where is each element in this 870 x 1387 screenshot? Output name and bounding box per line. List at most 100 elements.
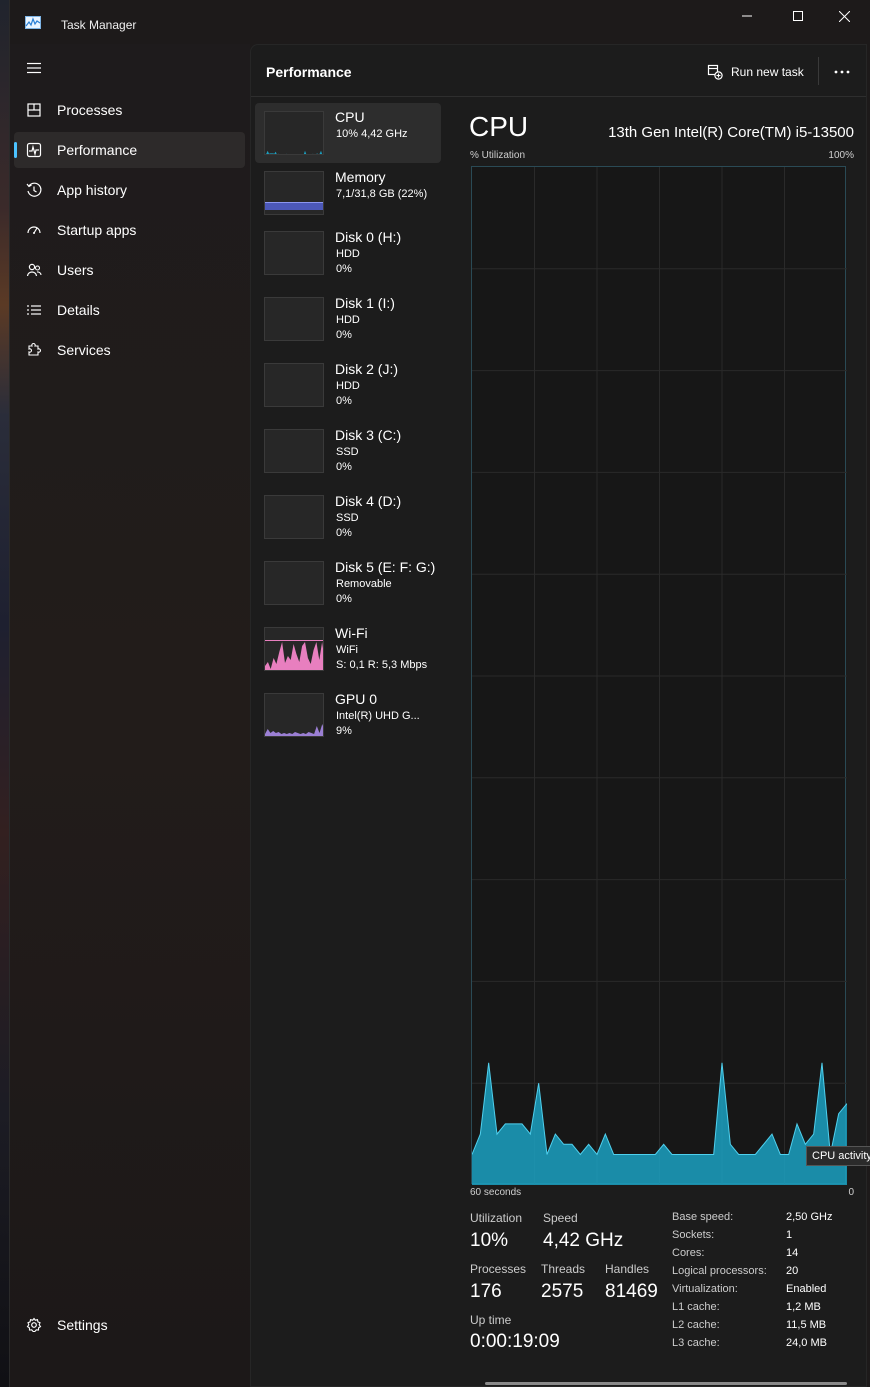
cpu-thumbnail-area	[266, 150, 323, 154]
device-item-memory[interactable]: Memory 7,1/31,8 GB (22%)	[255, 163, 441, 223]
device-usage: 0%	[336, 593, 352, 605]
device-item-wifi[interactable]: Wi-Fi WiFi S: 0,1 R: 5,3 Mbps	[255, 619, 441, 679]
spec-value-cores: 14	[786, 1247, 799, 1259]
disk-thumbnail-graph	[264, 363, 324, 407]
spec-key-logical-processors: Logical processors:	[672, 1265, 767, 1277]
wifi-thumbnail-graph	[264, 627, 324, 671]
spec-key-base-speed: Base speed:	[672, 1211, 734, 1223]
hamburger-icon	[27, 62, 41, 74]
run-new-task-button[interactable]: Run new task	[707, 61, 804, 83]
device-model: Intel(R) UHD G...	[336, 710, 420, 722]
history-icon	[25, 181, 43, 199]
sidebar-item-services[interactable]: Services	[14, 332, 245, 368]
device-type: WiFi	[336, 644, 358, 656]
device-item-gpu-0[interactable]: GPU 0 Intel(R) UHD G... 9%	[255, 685, 441, 745]
spec-key-virtualization: Virtualization:	[672, 1283, 738, 1295]
performance-icon	[25, 141, 43, 159]
sidebar-item-label: Startup apps	[57, 222, 137, 238]
more-dots-icon	[834, 70, 850, 74]
hamburger-menu-button[interactable]	[22, 56, 46, 80]
spec-key-l1-cache: L1 cache:	[672, 1301, 720, 1313]
minimize-icon	[742, 15, 752, 17]
device-name: GPU 0	[335, 691, 378, 707]
sidebar-item-app-history[interactable]: App history	[14, 172, 245, 208]
gpu-thumbnail-graph	[264, 693, 324, 737]
device-name: Disk 5 (E: F: G:)	[335, 559, 436, 575]
active-indicator	[14, 142, 17, 158]
run-task-icon	[707, 64, 723, 80]
spec-key-l2-cache: L2 cache:	[672, 1319, 720, 1331]
cpu-activity-tooltip: CPU activity	[806, 1146, 870, 1166]
speed-value: 4,42 GHz	[543, 1230, 624, 1251]
page-title: Performance	[266, 64, 352, 80]
window-title: Task Manager	[61, 18, 137, 32]
sidebar: Processes Performance App history Startu…	[10, 44, 250, 1387]
settings-label: Settings	[57, 1317, 108, 1333]
utilization-label: Utilization	[470, 1211, 523, 1225]
sidebar-item-users[interactable]: Users	[14, 252, 245, 288]
device-usage: 0%	[336, 527, 352, 539]
spec-value-base-speed: 2,50 GHz	[786, 1211, 833, 1223]
cpu-thumbnail-graph	[264, 111, 324, 155]
spec-value-sockets: 1	[786, 1229, 793, 1241]
device-item-disk-4[interactable]: Disk 4 (D:) SSD 0%	[255, 487, 441, 547]
gpu-thumbnail-area	[265, 724, 323, 736]
title-bar: Task Manager	[10, 0, 870, 44]
threads-value: 2575	[541, 1281, 584, 1302]
sidebar-item-label: Performance	[57, 142, 138, 158]
threads-label: Threads	[541, 1262, 586, 1276]
sidebar-item-performance[interactable]: Performance	[14, 132, 245, 168]
detail-title: CPU	[469, 111, 529, 142]
more-options-button[interactable]	[831, 61, 853, 83]
processes-icon	[25, 101, 43, 119]
device-item-disk-2[interactable]: Disk 2 (J:) HDD 0%	[255, 355, 441, 415]
device-item-disk-1[interactable]: Disk 1 (I:) HDD 0%	[255, 289, 441, 349]
disk-thumbnail-graph	[264, 297, 324, 341]
cpu-utilization-graph	[471, 166, 847, 1185]
minimize-button[interactable]	[724, 0, 770, 32]
spec-value-l3-cache: 24,0 MB	[786, 1337, 827, 1349]
close-button[interactable]	[821, 0, 867, 32]
device-item-disk-5[interactable]: Disk 5 (E: F: G:) Removable 0%	[255, 553, 441, 613]
device-type: HDD	[336, 380, 360, 392]
processes-label: Processes	[470, 1262, 527, 1276]
device-detail: 10% 4,42 GHz	[336, 128, 408, 140]
uptime-value: 0:00:19:09	[470, 1331, 560, 1352]
sidebar-item-settings[interactable]: Settings	[14, 1311, 245, 1347]
maximize-button[interactable]	[775, 0, 821, 32]
horizontal-scrollbar[interactable]	[485, 1382, 847, 1385]
task-manager-app-icon	[25, 16, 41, 29]
utilization-value: 10%	[470, 1230, 509, 1251]
sidebar-item-startup-apps[interactable]: Startup apps	[14, 212, 245, 248]
spec-key-cores: Cores:	[672, 1247, 705, 1259]
device-name: Disk 2 (J:)	[335, 361, 398, 377]
device-item-cpu[interactable]: CPU 10% 4,42 GHz	[255, 103, 441, 163]
spec-value-logical-processors: 20	[786, 1265, 799, 1277]
sidebar-item-label: Processes	[57, 102, 123, 118]
sidebar-item-label: Services	[57, 342, 111, 358]
spec-key-l3-cache: L3 cache:	[672, 1337, 720, 1349]
device-name: Memory	[335, 169, 386, 185]
graph-y-max-label: 100%	[828, 150, 854, 161]
spec-value-l2-cache: 11,5 MB	[786, 1319, 827, 1331]
run-new-task-label: Run new task	[731, 65, 804, 79]
users-icon	[25, 261, 43, 279]
processes-value: 176	[470, 1281, 502, 1302]
uptime-label: Up time	[470, 1313, 512, 1327]
sidebar-item-label: App history	[57, 182, 128, 198]
services-puzzle-icon	[25, 341, 43, 359]
device-name: Disk 1 (I:)	[335, 295, 395, 311]
graph-x-right-label: 0	[848, 1187, 854, 1198]
device-name: Disk 3 (C:)	[335, 427, 402, 443]
device-usage: 0%	[336, 395, 352, 407]
sidebar-item-processes[interactable]: Processes	[14, 92, 245, 128]
graph-y-axis-label: % Utilization	[470, 150, 526, 161]
handles-label: Handles	[605, 1262, 650, 1276]
device-item-disk-0[interactable]: Disk 0 (H:) HDD 0%	[255, 223, 441, 283]
spec-value-virtualization: Enabled	[786, 1283, 827, 1295]
device-type: Removable	[336, 578, 392, 590]
disk-thumbnail-graph	[264, 495, 324, 539]
sidebar-item-details[interactable]: Details	[14, 292, 245, 328]
device-item-disk-3[interactable]: Disk 3 (C:) SSD 0%	[255, 421, 441, 481]
spec-key-sockets: Sockets:	[672, 1229, 715, 1241]
